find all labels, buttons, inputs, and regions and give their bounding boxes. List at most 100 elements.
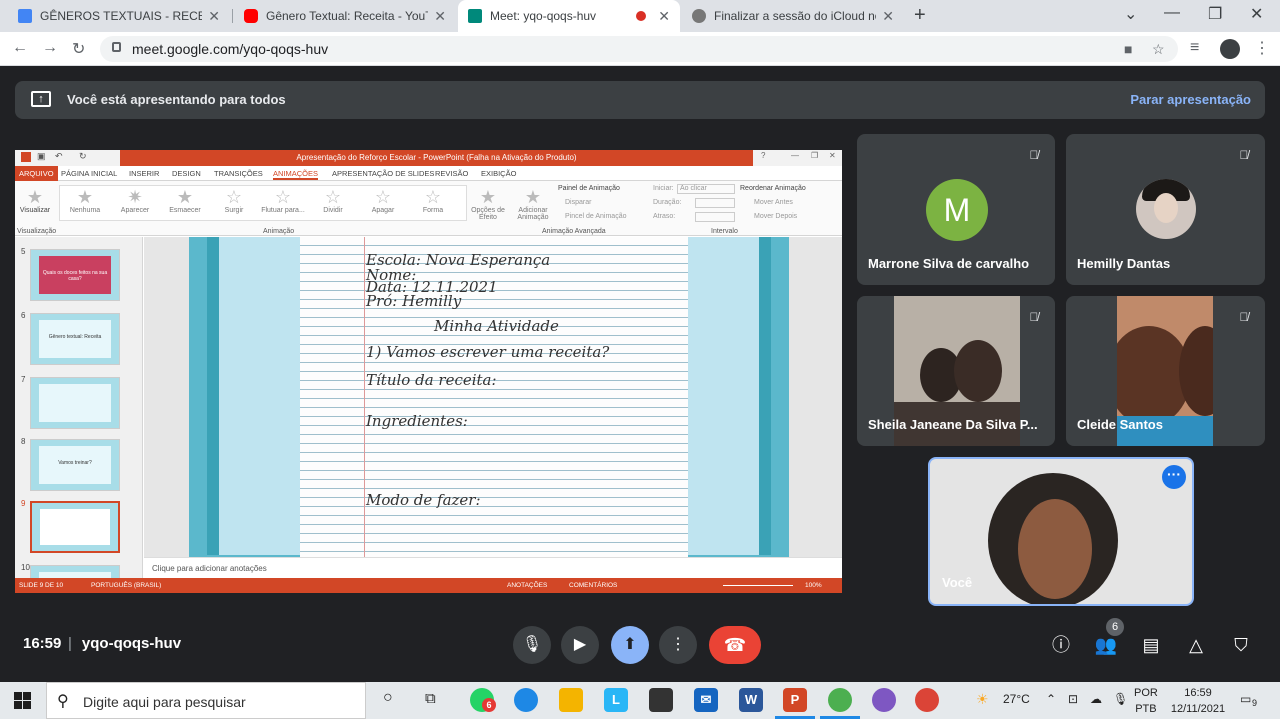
slide-thumbnail[interactable] (30, 377, 120, 429)
mail-icon[interactable]: ✉ (694, 688, 718, 712)
file-explorer-icon[interactable] (559, 688, 583, 712)
taskbar-clock[interactable]: 16:59 12/11/2021 (1170, 685, 1226, 717)
back-icon[interactable]: ← (12, 39, 28, 57)
animation-appear[interactable]: ✷ Aparecer (111, 187, 159, 214)
trigger-button[interactable]: Disparar (565, 199, 591, 206)
slide-thumbnail[interactable]: Quais os doces feitos na sua casa? (30, 249, 120, 301)
ribbon-tab-insert[interactable]: INSERIR (129, 169, 159, 178)
address-bar[interactable]: meet.google.com/yqo-qoqs-huv ■ ☆ (100, 36, 1178, 62)
windows-start-icon[interactable] (14, 692, 31, 709)
animation-fly-in[interactable]: ☆ Surgir (210, 187, 258, 214)
participant-tile[interactable]: 🎙̸ Sheila Janeane Da Silva P... (857, 296, 1055, 446)
close-icon[interactable]: ✕ (658, 8, 670, 25)
present-button[interactable]: ⬆ (611, 626, 649, 664)
whatsapp-icon[interactable]: 6 (470, 688, 496, 712)
profile-avatar[interactable] (1220, 39, 1240, 59)
meeting-info-icon[interactable]: ⓘ (1048, 632, 1074, 658)
activities-icon[interactable]: △ (1183, 632, 1209, 658)
store-icon[interactable] (649, 688, 673, 712)
close-icon[interactable]: ✕ (434, 8, 446, 25)
ppt-close-icon[interactable]: ✕ (829, 151, 836, 160)
camera-icon[interactable]: ■ (1124, 41, 1132, 57)
self-view-tile[interactable]: ··· Você (928, 457, 1194, 606)
animation-wipe[interactable]: ☆ Apagar (359, 187, 407, 214)
browser-tab-youtube[interactable]: Gênero Textual: Receita - YouTub ✕ (234, 0, 456, 32)
maximize-icon[interactable]: ❐ (1208, 4, 1222, 24)
zoom-slider[interactable] (723, 585, 793, 586)
bookmark-star-icon[interactable]: ☆ (1152, 41, 1165, 58)
cloud-icon[interactable]: ☁ (1090, 692, 1102, 706)
participant-tile[interactable]: 🎙̸ Cleide Santos (1066, 296, 1265, 446)
animation-float[interactable]: ☆ Flutuar para... (259, 187, 307, 214)
forward-icon[interactable]: → (42, 39, 58, 57)
lock-icon[interactable] (112, 42, 121, 52)
close-window-icon[interactable]: ✕ (1250, 4, 1263, 24)
animation-none[interactable]: ★ Nenhuma (61, 187, 109, 214)
slide-thumbnail-selected[interactable] (30, 501, 120, 553)
browser-tab-meet[interactable]: Meet: yqo-qoqs-huv ✕ (458, 0, 680, 32)
participant-tile[interactable]: 🎙̸ Hemilly Dantas (1066, 134, 1265, 285)
host-controls-icon[interactable]: ⛉ (1228, 632, 1254, 658)
browser-tab-docs[interactable]: GÊNEROS TEXTUAIS - RECEITA - ( ✕ (8, 0, 230, 32)
volume-icon[interactable]: 🎙 (1113, 692, 1128, 706)
chrome-menu-icon[interactable]: ⋮ (1254, 38, 1270, 58)
ppt-maximize-icon[interactable]: ❐ (811, 151, 818, 160)
animation-fade[interactable]: ★ Esmaecer (161, 187, 209, 214)
network-icon[interactable]: ⊡ (1068, 692, 1078, 706)
animation-shape[interactable]: ☆ Forma (409, 187, 457, 214)
stop-presenting-button[interactable]: Parar apresentação (1130, 92, 1251, 107)
reload-icon[interactable]: ↻ (72, 39, 85, 59)
tab-search-icon[interactable]: ⌄ (1124, 4, 1137, 24)
language-indicator[interactable]: POR PTB (1134, 685, 1158, 717)
leave-call-button[interactable]: ☎ (709, 626, 761, 664)
participant-tile[interactable]: M 🎙̸ Marrone Silva de carvalho (857, 134, 1055, 285)
notes-input[interactable]: Clique para adicionar anotações (144, 557, 842, 578)
more-options-button[interactable]: ⋮ (659, 626, 697, 664)
language-indicator[interactable]: PORTUGUÊS (BRASIL) (91, 582, 161, 589)
ribbon-tab-view[interactable]: EXIBIÇÃO (481, 169, 516, 178)
redo-icon[interactable]: ↻ (79, 151, 87, 162)
animation-painter-button[interactable]: Pincel de Animação (565, 213, 626, 220)
comments-button[interactable]: COMENTÁRIOS (569, 582, 617, 589)
ribbon-tab-home[interactable]: PÁGINA INICIAL (61, 169, 117, 178)
taskbar-search[interactable]: ⚲ Digite aqui para pesquisar (46, 682, 366, 719)
powerpoint-taskbar-icon[interactable]: P (783, 688, 807, 712)
zoom-level[interactable]: 100% (805, 582, 822, 589)
ribbon-tab-review[interactable]: REVISÃO (435, 169, 468, 178)
chat-icon[interactable]: ▤ (1138, 632, 1164, 658)
close-icon[interactable]: ✕ (208, 8, 220, 25)
effect-options-button[interactable]: ★ Opções de Efeito (464, 187, 512, 221)
notes-button[interactable]: ANOTAÇÕES (507, 582, 547, 589)
cortana-icon[interactable]: ○ (383, 689, 393, 707)
slide-thumbnail[interactable]: Vamos treinar? (30, 439, 120, 491)
l-app-icon[interactable]: L (604, 688, 628, 712)
reading-list-icon[interactable]: ≡ (1190, 39, 1199, 57)
move-later-button[interactable]: Mover Depois (754, 213, 797, 220)
word-icon[interactable]: W (739, 688, 763, 712)
ribbon-tab-design[interactable]: DESIGN (172, 169, 201, 178)
start-select[interactable]: Ao clicar (677, 184, 735, 194)
ppt-minimize-icon[interactable]: — (791, 151, 799, 160)
chrome-profile-icon[interactable] (828, 688, 852, 712)
task-view-icon[interactable]: ⧉ (425, 690, 436, 707)
undo-icon[interactable]: ↶ (55, 151, 63, 162)
animation-pane-button[interactable]: Painel de Animação (558, 185, 620, 192)
animation-split[interactable]: ☆ Dividir (309, 187, 357, 214)
slide-thumbnail[interactable] (30, 565, 120, 578)
preview-button[interactable]: ★ Visualizar (11, 187, 59, 214)
paint-icon[interactable] (872, 688, 896, 712)
weather-temp[interactable]: 27°C (1003, 692, 1030, 706)
move-earlier-button[interactable]: Mover Antes (754, 199, 793, 206)
slide-thumbnail[interactable]: Gênero textual: Receita (30, 313, 120, 365)
notification-icon[interactable]: ▭ (1240, 692, 1251, 706)
ribbon-tab-transitions[interactable]: TRANSIÇÕES (214, 169, 263, 178)
add-animation-button[interactable]: ★ Adicionar Animação (509, 187, 557, 221)
browser-tab-icloud[interactable]: Finalizar a sessão do iCloud no iP ✕ (682, 0, 904, 32)
weather-icon[interactable]: ☀ (976, 691, 989, 708)
duration-input[interactable] (695, 198, 735, 208)
slide-canvas[interactable]: Escola: Nova Esperança Nome: Data: 12.11… (144, 237, 842, 557)
chrome-icon[interactable] (915, 688, 939, 712)
new-tab-button[interactable]: + (914, 4, 926, 27)
help-icon[interactable]: ? (761, 151, 765, 160)
mic-button[interactable]: 🎙 (513, 626, 551, 664)
